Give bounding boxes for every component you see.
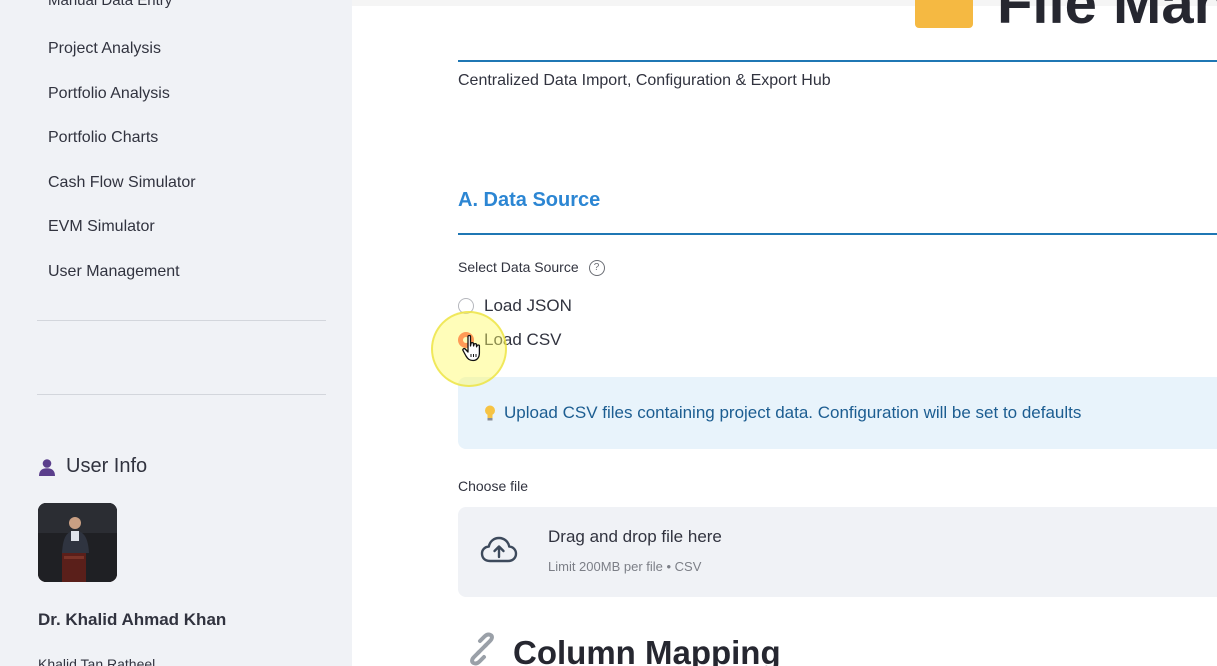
avatar bbox=[38, 503, 117, 582]
sidebar-divider bbox=[37, 320, 326, 321]
choose-file-label: Choose file bbox=[458, 478, 529, 494]
user-icon bbox=[38, 458, 56, 476]
file-dropzone[interactable]: Drag and drop file here Limit 200MB per … bbox=[458, 507, 1217, 597]
sidebar-divider bbox=[37, 394, 326, 395]
help-icon[interactable]: ? bbox=[588, 260, 605, 277]
dropzone-limit: Limit 200MB per file • CSV bbox=[548, 559, 702, 574]
column-mapping-title: Column Mapping bbox=[513, 634, 781, 666]
link-icon bbox=[465, 632, 499, 666]
user-name: Dr. Khalid Ahmad Khan bbox=[38, 610, 227, 629]
lightbulb-icon bbox=[484, 405, 496, 421]
cloud-upload-icon bbox=[480, 535, 518, 565]
folder-icon bbox=[915, 0, 973, 28]
sidebar-item-project-analysis[interactable]: Project Analysis bbox=[48, 40, 161, 58]
dropzone-title: Drag and drop file here bbox=[548, 527, 722, 546]
page-title: File Mana bbox=[997, 0, 1217, 36]
select-data-source-label: Select Data Source ? bbox=[458, 259, 605, 277]
section-title-data-source: A. Data Source bbox=[458, 189, 601, 211]
info-text: Upload CSV files containing project data… bbox=[504, 403, 1082, 422]
radio-label-json: Load JSON bbox=[484, 296, 572, 315]
select-data-source-text: Select Data Source bbox=[458, 259, 579, 275]
info-alert: Upload CSV files containing project data… bbox=[458, 377, 1217, 449]
sidebar-item-user-management[interactable]: User Management bbox=[48, 263, 180, 281]
sidebar-item-portfolio-charts[interactable]: Portfolio Charts bbox=[48, 129, 158, 147]
page-subtitle: Centralized Data Import, Configuration &… bbox=[458, 72, 831, 89]
user-info-title: User Info bbox=[66, 455, 148, 477]
hand-cursor-icon bbox=[461, 334, 485, 364]
sidebar-item-manual-data-entry[interactable]: Manual Data Entry bbox=[48, 0, 172, 9]
sidebar-item-portfolio-analysis[interactable]: Portfolio Analysis bbox=[48, 85, 170, 103]
sidebar: Manual Data Entry Project Analysis Portf… bbox=[0, 0, 352, 666]
title-divider bbox=[458, 60, 1217, 62]
user-info-heading: User Info bbox=[38, 455, 147, 478]
sidebar-item-evm-simulator[interactable]: EVM Simulator bbox=[48, 218, 155, 236]
sidebar-item-cash-flow-simulator[interactable]: Cash Flow Simulator bbox=[48, 174, 196, 192]
user-subtitle: Khalid Tan Ratheel bbox=[38, 656, 156, 666]
section-divider bbox=[458, 233, 1217, 235]
column-mapping-heading: Column Mapping bbox=[465, 632, 781, 666]
